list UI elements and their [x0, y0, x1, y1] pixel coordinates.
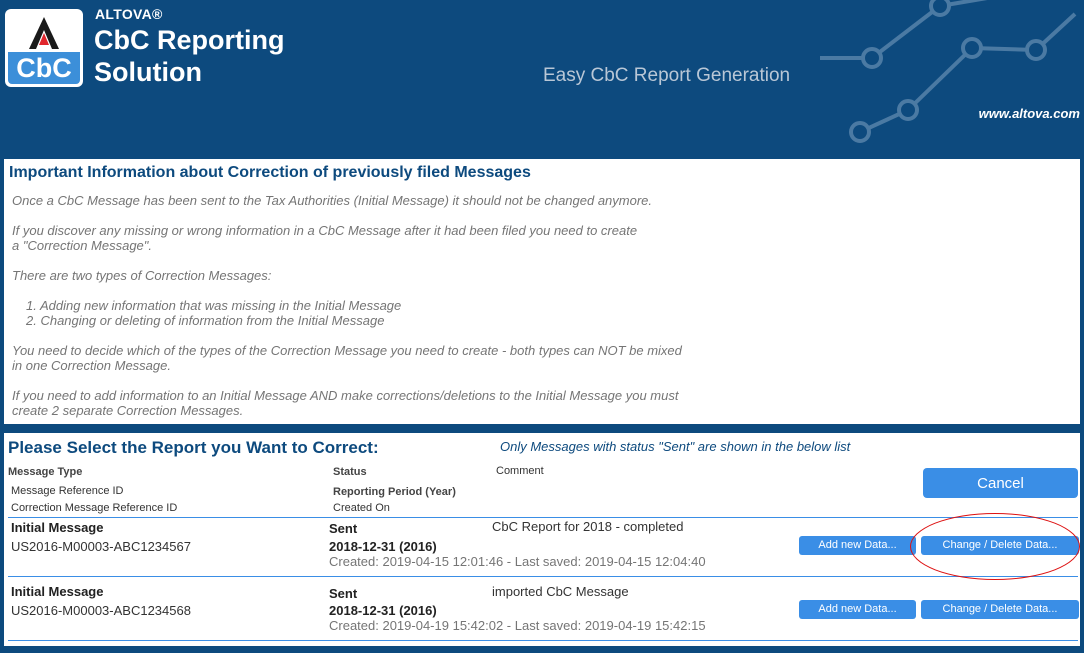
report-selection-panel: Please Select the Report you Want to Cor…: [3, 432, 1081, 647]
row-message-ref: US2016-M00003-ABC1234567: [11, 539, 191, 554]
product-name: CbC Reporting Solution: [94, 24, 284, 88]
info-paragraph-4: You need to decide which of the types of…: [12, 343, 682, 373]
cancel-button[interactable]: Cancel: [923, 468, 1078, 498]
row-message-ref: US2016-M00003-ABC1234568: [11, 603, 191, 618]
row-message-type: Initial Message: [11, 520, 104, 535]
correction-info-panel: Important Information about Correction o…: [3, 158, 1081, 425]
row-divider: [8, 640, 1078, 641]
product-name-line2: Solution: [94, 57, 202, 87]
column-header-message-ref: Message Reference ID: [11, 485, 124, 497]
column-header-message-type: Message Type: [8, 466, 83, 478]
info-list-item: 1. Adding new information that was missi…: [26, 298, 402, 313]
info-list-item: 2. Changing or deleting of information f…: [26, 313, 385, 328]
app-header: CbC ALTOVA® CbC Reporting Solution Easy …: [0, 0, 1084, 157]
column-header-created: Created On: [333, 502, 390, 514]
column-header-correction-ref: Correction Message Reference ID: [11, 502, 178, 514]
add-new-data-button[interactable]: Add new Data...: [799, 536, 916, 555]
tagline: Easy CbC Report Generation: [543, 65, 791, 86]
altova-logo: CbC: [5, 9, 83, 87]
logo-cbc-text: CbC: [8, 52, 80, 84]
network-decoration-icon: [820, 0, 1077, 143]
add-new-data-button[interactable]: Add new Data...: [799, 600, 916, 619]
info-paragraph-1: Once a CbC Message has been sent to the …: [12, 193, 653, 208]
product-name-line1: CbC Reporting: [94, 25, 285, 55]
row-period: 2018-12-31 (2016): [329, 603, 437, 618]
row-comment: imported CbC Message: [492, 584, 629, 599]
report-filter-note: Only Messages with status "Sent" are sho…: [500, 439, 851, 454]
info-title: Important Information about Correction o…: [9, 164, 531, 181]
row-divider: [8, 517, 1078, 518]
row-period: 2018-12-31 (2016): [329, 539, 437, 554]
row-status: Sent: [329, 586, 358, 601]
info-paragraph-2: If you discover any missing or wrong inf…: [12, 223, 638, 253]
row-dates: Created: 2019-04-15 12:01:46 - Last save…: [329, 554, 706, 569]
row-status: Sent: [329, 521, 358, 536]
column-header-comment: Comment: [496, 465, 544, 477]
column-header-status: Status: [333, 466, 367, 478]
company-name: ALTOVA®: [95, 6, 163, 22]
altova-a-icon: [29, 17, 59, 49]
info-paragraph-3: There are two types of Correction Messag…: [12, 268, 272, 283]
report-panel-title: Please Select the Report you Want to Cor…: [8, 438, 379, 457]
row-comment: CbC Report for 2018 - completed: [492, 519, 684, 534]
change-delete-data-button[interactable]: Change / Delete Data...: [921, 600, 1079, 619]
row-message-type: Initial Message: [11, 584, 104, 599]
row-divider: [8, 576, 1078, 577]
info-paragraph-5: If you need to add information to an Ini…: [12, 388, 679, 418]
column-header-period: Reporting Period (Year): [333, 486, 456, 498]
website-link[interactable]: www.altova.com: [979, 106, 1080, 121]
change-delete-data-button[interactable]: Change / Delete Data...: [921, 536, 1079, 555]
row-dates: Created: 2019-04-19 15:42:02 - Last save…: [329, 618, 706, 633]
